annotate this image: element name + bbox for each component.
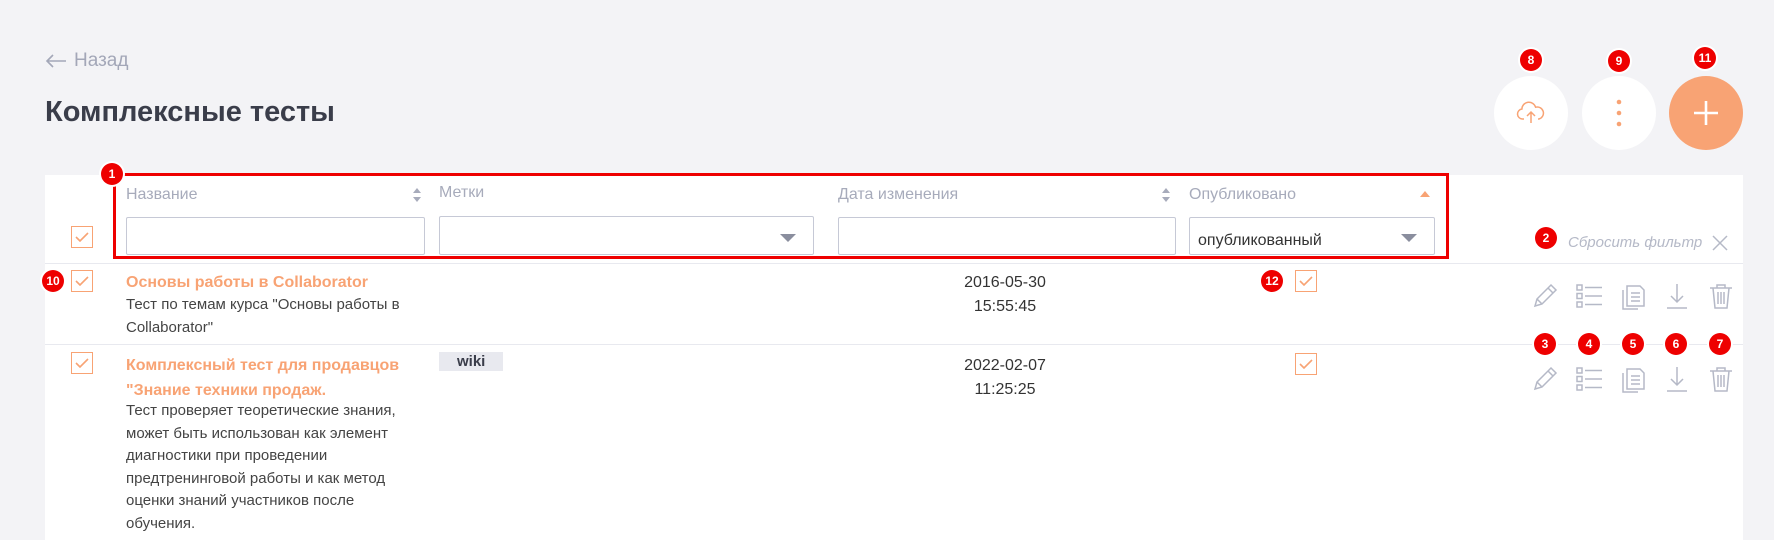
annotation-badge: 11 <box>1694 47 1716 69</box>
check-icon <box>1299 276 1313 286</box>
trash-icon <box>1710 284 1732 309</box>
annotation-badge: 10 <box>42 270 64 292</box>
plus-icon <box>1694 101 1718 125</box>
published-checkbox[interactable] <box>1295 270 1317 292</box>
check-icon <box>75 232 89 242</box>
divider <box>45 263 1743 264</box>
arrow-left-icon <box>45 54 66 68</box>
download-button[interactable] <box>1662 281 1692 311</box>
edit-button[interactable] <box>1530 364 1560 394</box>
page-title: Комплексные тесты <box>45 96 335 128</box>
row-checkbox[interactable] <box>71 270 93 292</box>
back-label: Назад <box>74 50 129 71</box>
cloud-upload-icon <box>1516 101 1545 123</box>
published-checkbox[interactable] <box>1295 353 1317 375</box>
check-icon <box>75 358 89 368</box>
annotation-badge: 5 <box>1622 333 1644 355</box>
delete-button[interactable] <box>1706 281 1736 311</box>
download-button[interactable] <box>1662 364 1692 394</box>
list-icon <box>1576 367 1602 391</box>
divider <box>45 344 1743 345</box>
more-vertical-icon <box>1616 99 1622 127</box>
back-link[interactable]: Назад <box>44 50 128 72</box>
list-icon <box>1576 284 1602 308</box>
questions-button[interactable] <box>1574 364 1604 394</box>
edit-button[interactable] <box>1530 281 1560 311</box>
copy-button[interactable] <box>1618 364 1648 394</box>
modified-date: 2016-05-30 <box>964 274 1046 291</box>
add-button[interactable] <box>1669 76 1743 150</box>
copy-button[interactable] <box>1618 281 1648 311</box>
select-all-checkbox[interactable] <box>71 226 93 248</box>
test-title-link[interactable]: Комплексный тест для продавцов "Знание т… <box>126 353 416 403</box>
annotation-badge: 3 <box>1534 333 1556 355</box>
annotation-badge: 9 <box>1608 50 1630 72</box>
questions-button[interactable] <box>1574 281 1604 311</box>
download-icon <box>1667 367 1687 392</box>
modified-time: 15:55:45 <box>973 298 1037 315</box>
annotation-badge: 6 <box>1665 333 1687 355</box>
row-checkbox[interactable] <box>71 352 93 374</box>
pencil-icon <box>1533 283 1558 308</box>
annotation-badge: 7 <box>1709 333 1731 355</box>
trash-icon <box>1710 367 1732 392</box>
pencil-icon <box>1533 366 1558 391</box>
annotation-badge: 4 <box>1578 333 1600 355</box>
annotation-badge: 8 <box>1520 49 1542 71</box>
check-icon <box>1299 359 1313 369</box>
download-icon <box>1667 284 1687 309</box>
test-description: Тест по темам курса "Основы работы в Col… <box>126 296 400 336</box>
copy-icon <box>1622 285 1645 310</box>
reset-filter-button[interactable]: Сбросить фильтр <box>1568 234 1728 251</box>
filter-annotation-frame <box>113 173 1449 259</box>
modified-time: 11:25:25 <box>974 381 1036 398</box>
annotation-badge: 12 <box>1261 270 1283 292</box>
more-button[interactable] <box>1582 76 1656 150</box>
modified-date: 2022-02-07 <box>964 357 1046 374</box>
copy-icon <box>1622 368 1645 393</box>
annotation-badge: 2 <box>1535 227 1557 249</box>
reset-filter-label: Сбросить фильтр <box>1568 234 1703 251</box>
tag-badge[interactable]: wiki <box>439 352 504 371</box>
test-description: Тест проверяет теоретические знания, мож… <box>126 402 396 532</box>
close-icon <box>1712 234 1728 251</box>
delete-button[interactable] <box>1706 364 1736 394</box>
check-icon <box>75 276 89 286</box>
upload-button[interactable] <box>1494 76 1568 150</box>
annotation-badge: 1 <box>101 163 123 185</box>
test-title-link[interactable]: Основы работы в Collaborator <box>126 270 416 295</box>
